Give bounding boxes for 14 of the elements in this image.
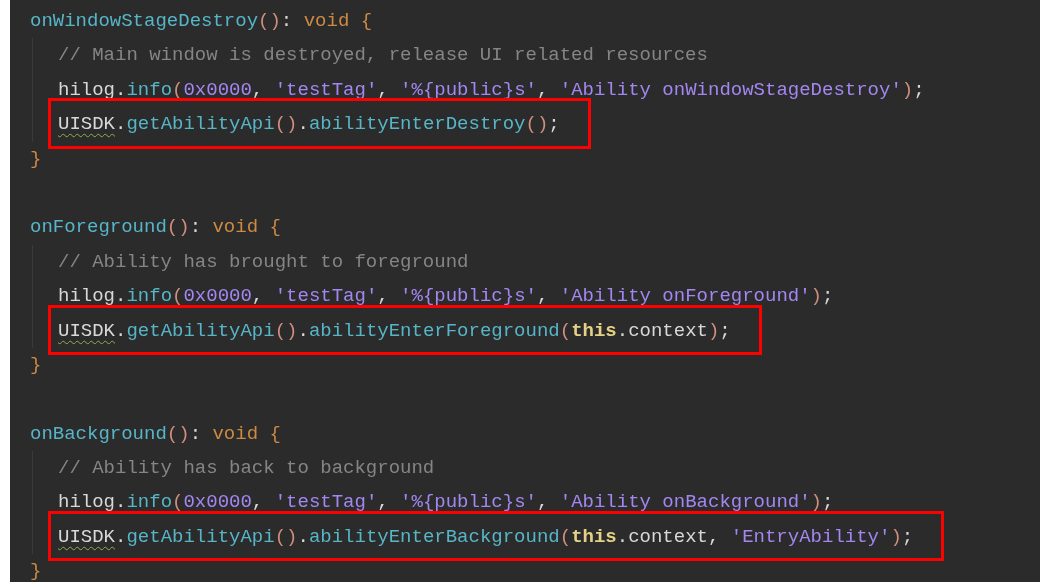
- code-line: // Ability has back to background: [58, 456, 436, 482]
- closing-brace: }: [30, 146, 43, 172]
- code-line: // Main window is destroyed, release UI related resources: [58, 43, 709, 69]
- code-line: // Ability has brought to foreground: [58, 249, 470, 275]
- closing-brace: }: [30, 559, 43, 582]
- code-line: UISDK.getAbilityApi().abilityEnterBackground(this.context, 'EntryAbility');: [58, 524, 914, 550]
- code-line: onWindowStageDestroy(): void {: [30, 9, 374, 34]
- code-line: onForeground(): void {: [30, 215, 282, 241]
- code-line: UISDK.getAbilityApi().abilityEnterDestroy();: [58, 112, 560, 138]
- code-line: UISDK.getAbilityApi().abilityEnterForeground(this.context);: [58, 318, 731, 344]
- code-line: onBackground(): void {: [30, 421, 282, 447]
- code-line: hilog.info(0x0000, 'testTag', '%{public}s', 'Ability onBackground');: [58, 490, 835, 516]
- closing-brace: }: [30, 352, 43, 378]
- code-line: hilog.info(0x0000, 'testTag', '%{public}s', 'Ability onForeground');: [58, 284, 835, 310]
